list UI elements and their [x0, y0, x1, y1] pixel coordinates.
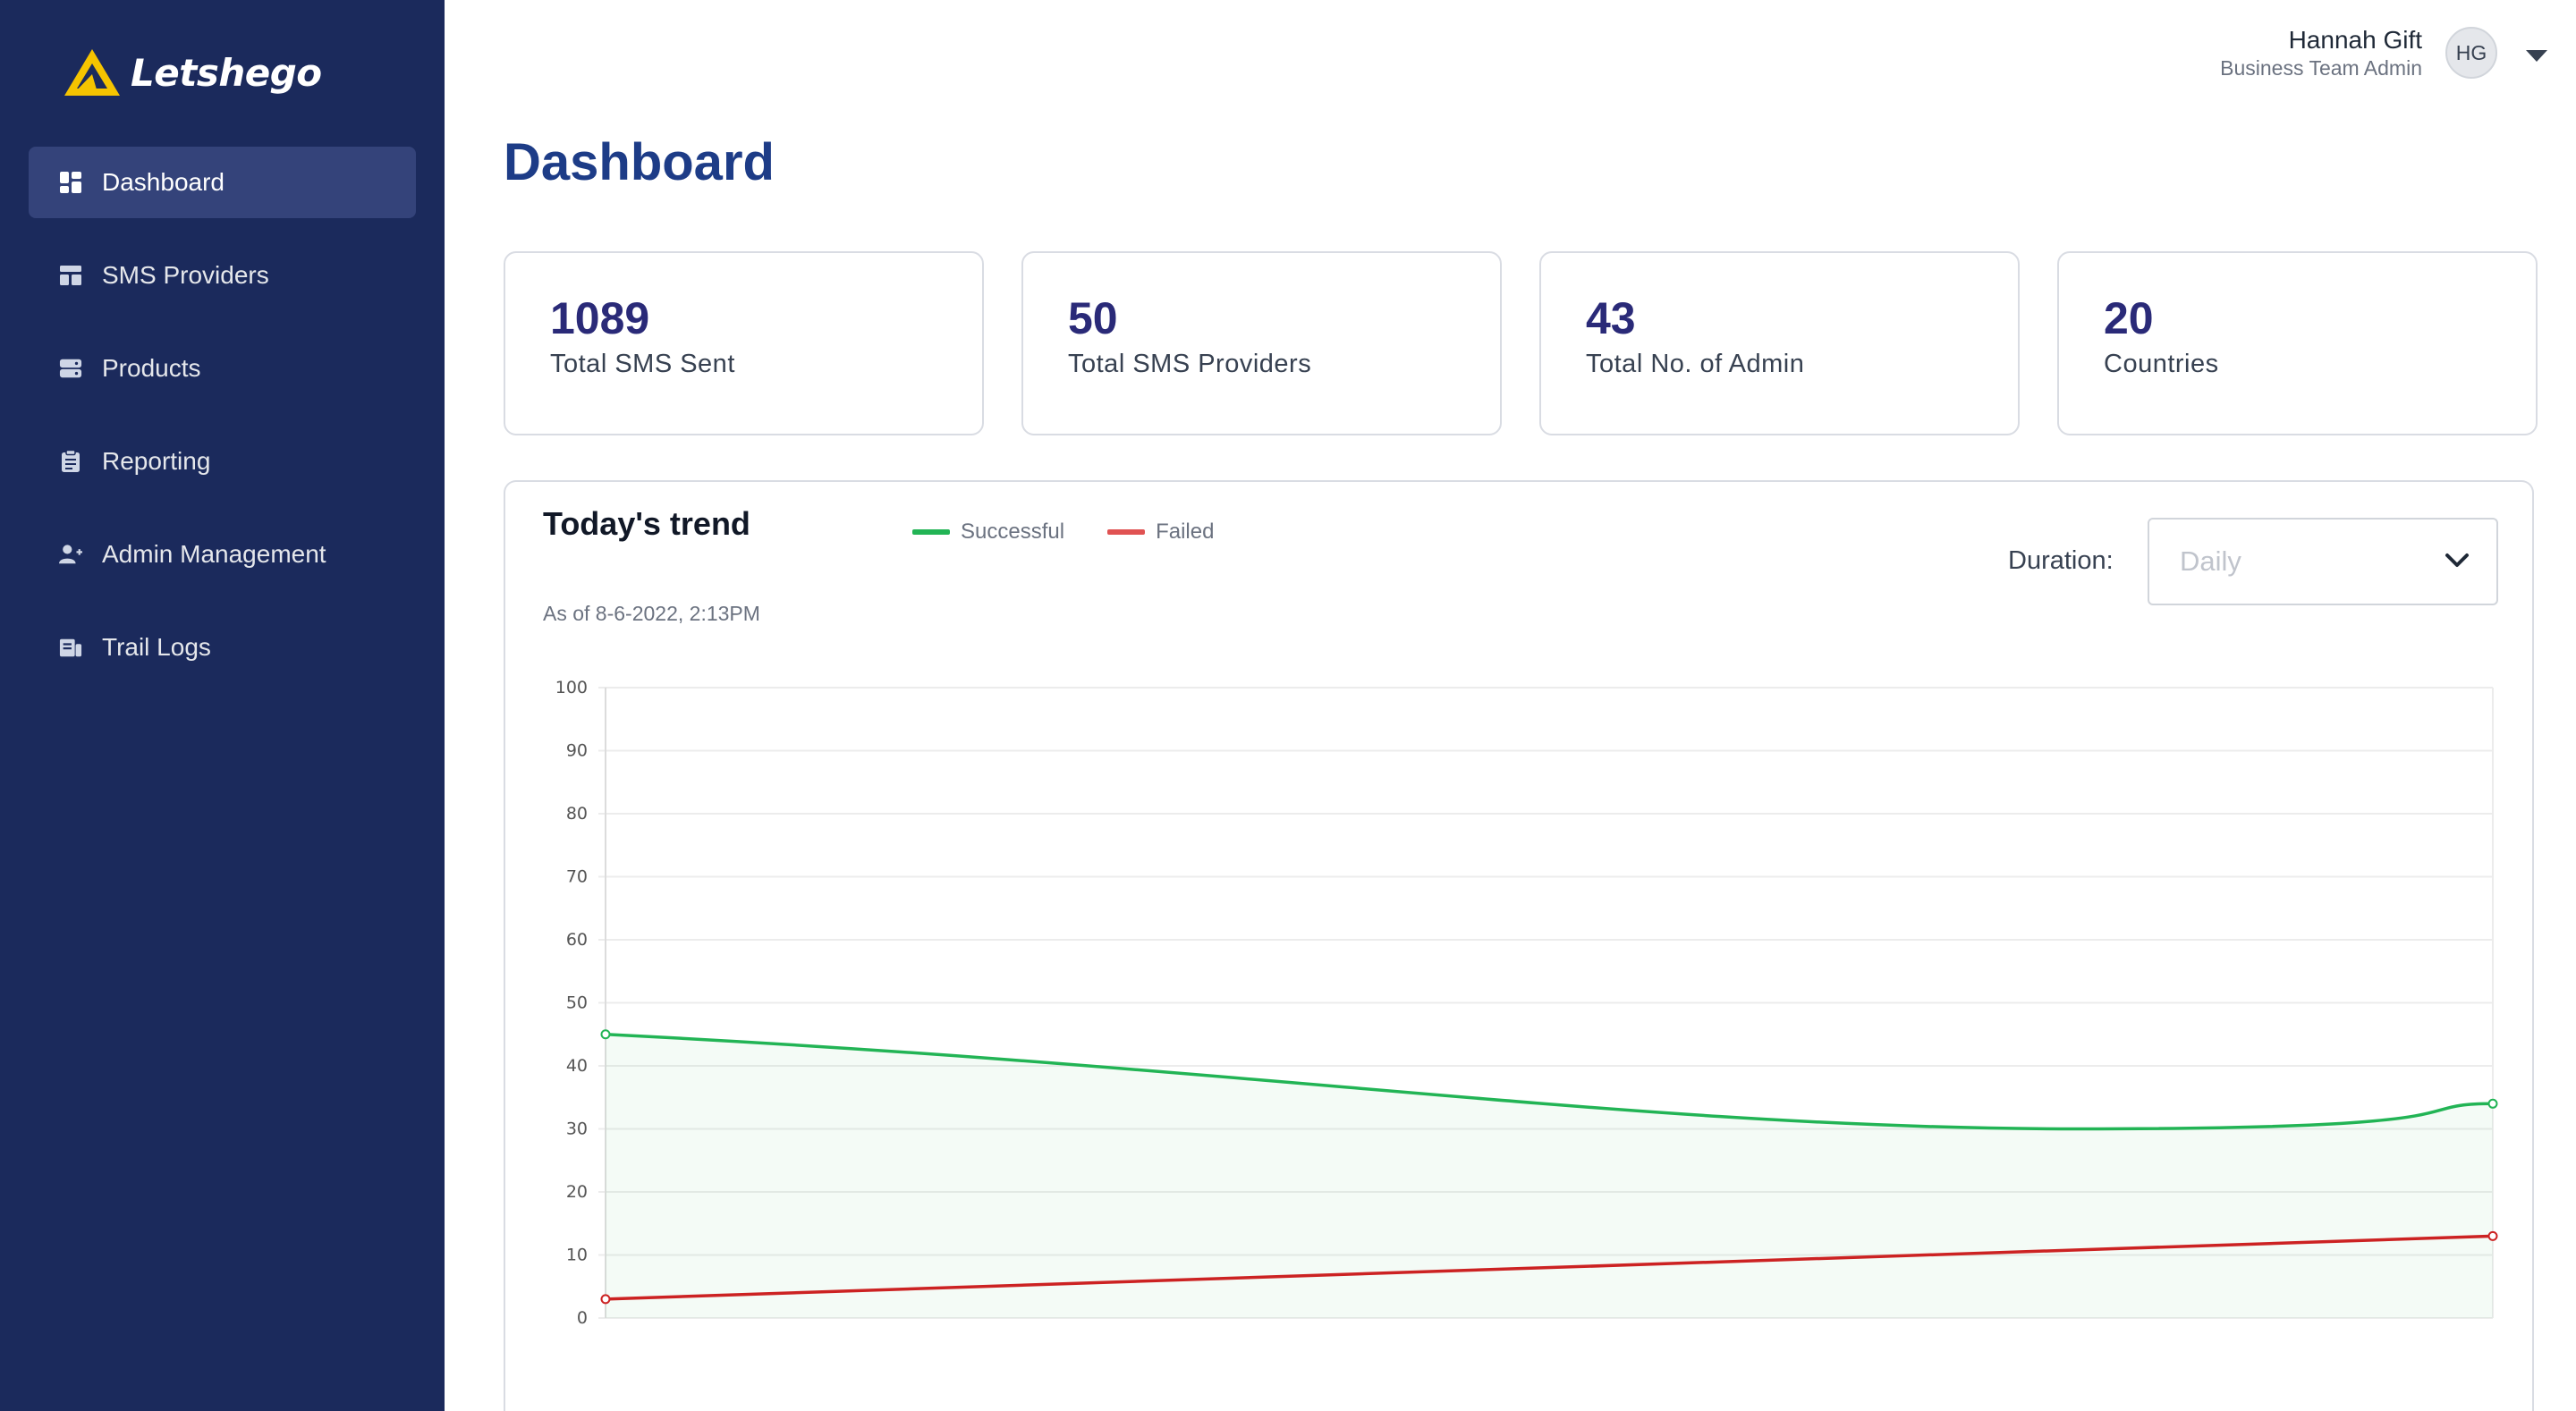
- dashboard-icon: [59, 171, 82, 194]
- user-info: Hannah Gift Business Team Admin: [2220, 25, 2422, 80]
- stat-label: Total SMS Sent: [550, 350, 735, 378]
- y-tick-label: 20: [566, 1182, 588, 1202]
- y-tick-label: 30: [566, 1120, 588, 1139]
- stat-card-total-sms-providers: 50 Total SMS Providers: [1021, 251, 1502, 435]
- sidebar-item-admin-management[interactable]: Admin Management: [29, 519, 416, 590]
- page-title: Dashboard: [504, 133, 775, 191]
- sidebar-item-label: Admin Management: [102, 540, 326, 568]
- user-name: Hannah Gift: [2288, 26, 2422, 54]
- sidebar-item-trail-logs[interactable]: Trail Logs: [29, 612, 416, 683]
- stat-card-countries: 20 Countries: [2057, 251, 2538, 435]
- user-role: Business Team Admin: [2220, 56, 2422, 80]
- y-tick-label: 90: [566, 741, 588, 761]
- sidebar-item-label: Trail Logs: [102, 633, 211, 661]
- trend-panel: Today's trend As of 8-6-2022, 2:13PM Suc…: [504, 480, 2534, 1411]
- sidebar-item-label: Dashboard: [102, 168, 225, 196]
- stat-label: Total No. of Admin: [1586, 350, 1805, 378]
- y-tick-label: 40: [566, 1056, 588, 1076]
- data-point: [600, 1294, 611, 1305]
- stat-label: Countries: [2104, 350, 2219, 378]
- sidebar-item-sms-providers[interactable]: SMS Providers: [29, 240, 416, 311]
- sidebar-item-products[interactable]: Products: [29, 333, 416, 404]
- layout-icon: [59, 264, 82, 287]
- stat-card-total-admin: 43 Total No. of Admin: [1539, 251, 2020, 435]
- caret-down-icon[interactable]: [2526, 50, 2547, 62]
- clipboard-icon: [59, 450, 82, 473]
- stat-value: 50: [1068, 293, 1118, 343]
- y-tick-label: 0: [577, 1308, 588, 1328]
- y-tick-label: 100: [555, 678, 588, 697]
- brand-name: Letshego: [131, 50, 322, 95]
- y-tick-label: 80: [566, 804, 588, 824]
- avatar[interactable]: HG: [2445, 27, 2497, 79]
- sidebar-nav: Dashboard SMS Providers Products Reporti…: [29, 147, 416, 705]
- user-plus-icon: [59, 543, 82, 566]
- data-point: [2487, 1230, 2498, 1241]
- stat-value: 20: [2104, 293, 2154, 343]
- y-tick-label: 70: [566, 867, 588, 887]
- sidebar-item-label: SMS Providers: [102, 261, 269, 289]
- sidebar-item-label: Products: [102, 354, 201, 382]
- letshego-logo-icon: [64, 49, 120, 96]
- stat-value: 1089: [550, 293, 650, 343]
- server-icon: [59, 357, 82, 380]
- log-icon: [59, 636, 82, 659]
- sidebar-item-reporting[interactable]: Reporting: [29, 426, 416, 497]
- sidebar-item-label: Reporting: [102, 447, 211, 475]
- stats-cards: 1089 Total SMS Sent 50 Total SMS Provide…: [504, 251, 2538, 435]
- stat-card-total-sms-sent: 1089 Total SMS Sent: [504, 251, 984, 435]
- series-area-successful: [606, 1034, 2493, 1318]
- y-tick-label: 50: [566, 993, 588, 1013]
- sidebar-item-dashboard[interactable]: Dashboard: [29, 147, 416, 218]
- user-menu[interactable]: Hannah Gift Business Team Admin HG: [2220, 25, 2547, 80]
- sidebar: Letshego Dashboard SMS Providers Product…: [0, 0, 445, 1411]
- trend-chart: 0 10 20 30 40 50 60 70 80 90 100: [555, 678, 2498, 1328]
- y-tick-label: 60: [566, 930, 588, 950]
- stat-label: Total SMS Providers: [1068, 350, 1312, 378]
- data-point: [2487, 1098, 2498, 1109]
- y-tick-label: 10: [566, 1246, 588, 1265]
- stat-value: 43: [1586, 293, 1636, 343]
- brand-logo[interactable]: Letshego: [63, 45, 322, 100]
- data-point: [600, 1029, 611, 1040]
